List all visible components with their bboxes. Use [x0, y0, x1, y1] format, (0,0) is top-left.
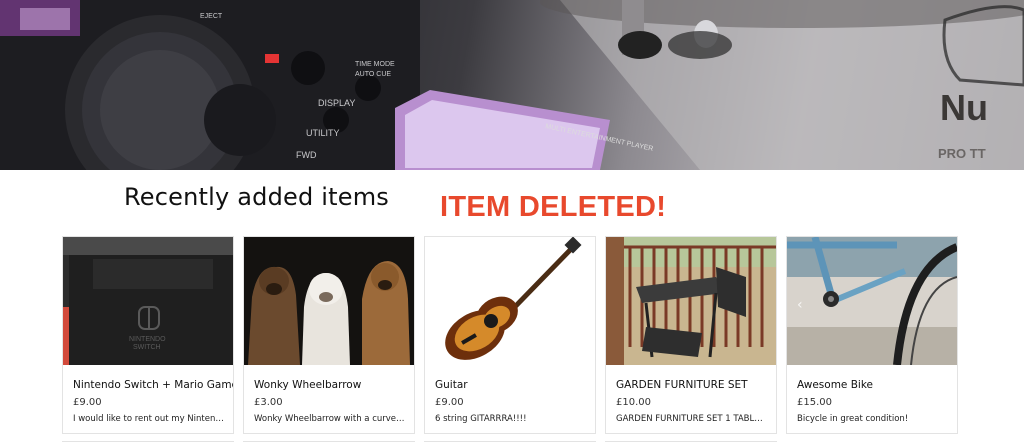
svg-text:Nu: Nu — [940, 87, 988, 128]
svg-text:‹: ‹ — [797, 297, 803, 313]
svg-text:PRO TT: PRO TT — [938, 146, 986, 161]
svg-text:NINTENDO: NINTENDO — [129, 336, 166, 343]
item-card[interactable]: Guitar £9.00 6 string GITARRRA!!!! — [424, 236, 596, 434]
svg-text:EJECT: EJECT — [200, 13, 223, 20]
item-price: £3.00 — [254, 397, 283, 408]
item-name[interactable]: GARDEN FURNITURE SET — [616, 379, 748, 391]
item-image-dogs[interactable] — [244, 237, 414, 365]
item-name[interactable]: Awesome Bike — [797, 379, 873, 391]
item-image-bicycle[interactable]: ‹ — [787, 237, 957, 365]
item-price: £15.00 — [797, 397, 832, 408]
item-deleted-alert: ITEM DELETED! — [440, 191, 667, 223]
svg-text:AUTO CUE: AUTO CUE — [355, 71, 391, 78]
item-description: Wonky Wheelbarrow with a curved ... — [254, 414, 406, 424]
item-card[interactable]: Wonky Wheelbarrow £3.00 Wonky Wheelbarro… — [243, 236, 415, 434]
hero-banner: Nu PRO TT DISPLAY UTILITY FWD TIME MODE … — [0, 0, 1024, 170]
section-title: Recently added items — [124, 183, 389, 211]
svg-text:FWD: FWD — [296, 150, 317, 160]
item-price: £9.00 — [73, 397, 102, 408]
item-description: I would like to rent out my Nintendo ... — [73, 414, 225, 424]
item-description: GARDEN FURNITURE SET 1 TABLE 2... — [616, 414, 768, 424]
item-image-guitar[interactable] — [425, 237, 595, 365]
items-grid: NINTENDO SWITCH Nintendo Switch + Mario … — [62, 236, 959, 436]
item-name[interactable]: Guitar — [435, 379, 468, 391]
item-image-nintendo-switch[interactable]: NINTENDO SWITCH — [63, 237, 233, 365]
item-description: Bicycle in great condition! — [797, 414, 909, 424]
item-description: 6 string GITARRRA!!!! — [435, 414, 527, 424]
svg-text:SWITCH: SWITCH — [133, 344, 161, 351]
svg-text:TIME MODE: TIME MODE — [355, 61, 395, 68]
item-name[interactable]: Nintendo Switch + Mario Game — [73, 379, 233, 391]
dj-deck-illustration: Nu PRO TT DISPLAY UTILITY FWD TIME MODE … — [0, 0, 1024, 170]
item-card[interactable]: GARDEN FURNITURE SET £10.00 GARDEN FURNI… — [605, 236, 777, 434]
svg-text:DISPLAY: DISPLAY — [318, 98, 355, 108]
item-price: £10.00 — [616, 397, 651, 408]
item-price: £9.00 — [435, 397, 464, 408]
item-card[interactable]: NINTENDO SWITCH Nintendo Switch + Mario … — [62, 236, 234, 434]
item-image-garden-furniture[interactable] — [606, 237, 776, 365]
item-name[interactable]: Wonky Wheelbarrow — [254, 379, 361, 391]
item-card[interactable]: ‹ Awesome Bike £15.00 Bicycle in great c… — [786, 236, 958, 434]
svg-text:UTILITY: UTILITY — [306, 128, 340, 138]
